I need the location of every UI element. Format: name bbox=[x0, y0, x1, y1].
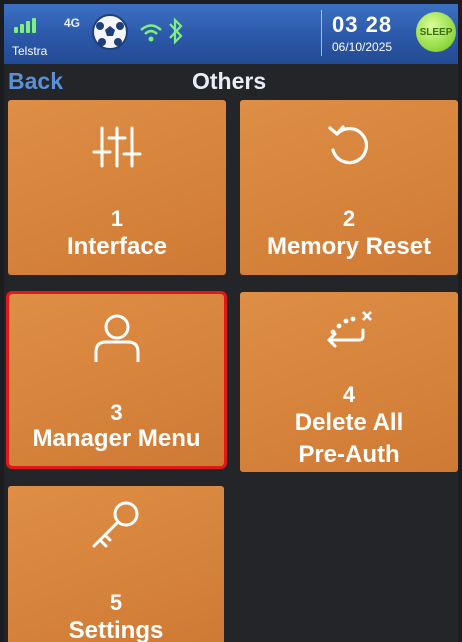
clock-date: 06/10/2025 bbox=[332, 40, 393, 54]
sleep-button[interactable]: SLEEP bbox=[416, 12, 456, 52]
back-button[interactable]: Back bbox=[8, 68, 63, 95]
tile-delete-all-pre-auth[interactable]: 4 Delete All Pre-Auth bbox=[240, 292, 458, 472]
user-icon bbox=[94, 314, 139, 362]
tile-number: 1 bbox=[110, 206, 124, 231]
tile-label: Settings bbox=[68, 617, 164, 642]
bluetooth-icon bbox=[169, 17, 183, 45]
wifi-icon bbox=[140, 24, 162, 42]
page-title: Others bbox=[192, 68, 267, 94]
sleep-label: SLEEP bbox=[419, 26, 453, 38]
reset-icon bbox=[328, 125, 369, 165]
tile-label: Interface bbox=[66, 233, 168, 260]
clock-time: 03 28 bbox=[332, 12, 393, 37]
tile-label-line-1: Delete All bbox=[294, 409, 404, 436]
sliders-icon bbox=[92, 126, 142, 168]
soccer-ball-icon bbox=[92, 14, 128, 50]
network-type: 4G bbox=[64, 16, 81, 30]
tile-label-line-2: Pre-Auth bbox=[298, 441, 400, 468]
tile-number: 4 bbox=[342, 382, 356, 407]
tile-memory-reset[interactable]: 2 Memory Reset bbox=[240, 100, 458, 275]
tile-label: Memory Reset bbox=[266, 233, 432, 260]
key-icon bbox=[92, 501, 139, 548]
clock: 03 28 06/10/2025 bbox=[321, 10, 414, 56]
tile-settings[interactable]: 5 Settings bbox=[8, 486, 224, 642]
tile-number: 5 bbox=[109, 590, 123, 615]
tile-number: 2 bbox=[342, 206, 356, 231]
status-bar: 4G Telstra 03 28 06/10/2025 SLEEP bbox=[4, 4, 458, 64]
signal-strength-icon bbox=[14, 18, 36, 33]
tile-label: Manager Menu bbox=[32, 425, 201, 452]
carrier-name: Telstra bbox=[12, 44, 48, 58]
tile-interface[interactable]: 1 Interface bbox=[8, 100, 226, 275]
tile-manager-menu[interactable]: 3 Manager Menu bbox=[6, 291, 227, 469]
terminal-screen: 4G Telstra 03 28 06/10/2025 SLEEP Back O… bbox=[4, 4, 458, 642]
delete-return-icon bbox=[327, 311, 372, 348]
